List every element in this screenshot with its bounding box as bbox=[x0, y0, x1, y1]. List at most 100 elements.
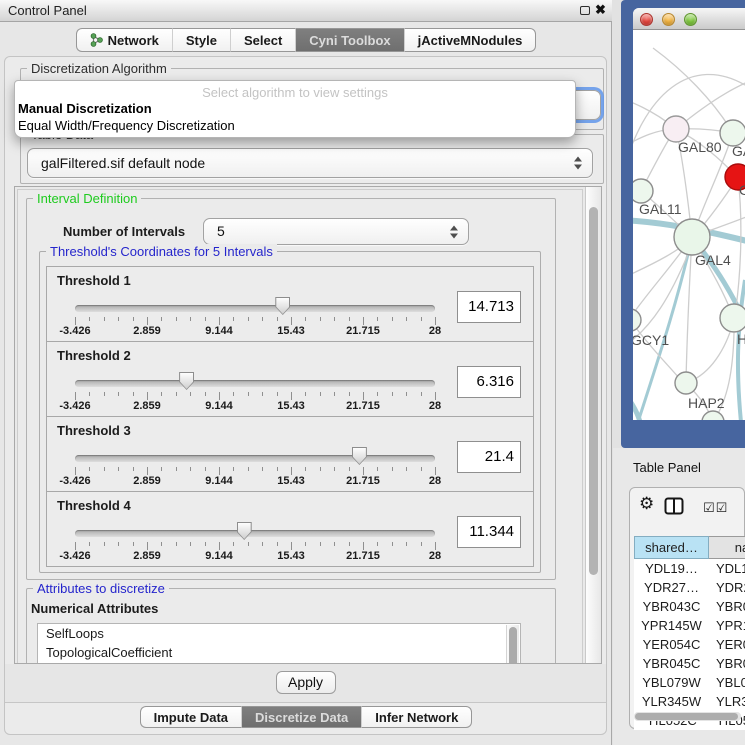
table-row[interactable]: YBR043CYBR043C bbox=[634, 597, 745, 616]
slider-tick bbox=[305, 542, 306, 546]
slider-tick-label: 28 bbox=[429, 475, 441, 487]
attributes-list-scrollbar[interactable] bbox=[506, 625, 519, 664]
table-row[interactable]: YDL19…YDL19 bbox=[634, 559, 745, 578]
mode-tab-infer-network[interactable]: Infer Network bbox=[361, 706, 472, 728]
slider-tick bbox=[176, 467, 177, 471]
apply-button[interactable]: Apply bbox=[276, 671, 336, 694]
network-node-h[interactable] bbox=[720, 304, 745, 332]
tab-style[interactable]: Style bbox=[172, 28, 230, 52]
slider-tick bbox=[248, 542, 249, 546]
window-title: Control Panel bbox=[8, 3, 87, 18]
slider-tick bbox=[133, 392, 134, 396]
threshold-slider-track[interactable] bbox=[75, 380, 435, 387]
threshold-value-field[interactable]: 6.316 bbox=[457, 366, 521, 398]
slider-tick bbox=[176, 392, 177, 396]
mode-tab-discretize-data[interactable]: Discretize Data bbox=[241, 706, 361, 728]
algorithm-option-equal-width[interactable]: Equal Width/Frequency Discretization bbox=[18, 117, 575, 134]
table-row[interactable]: YLR345WYLR345W bbox=[634, 692, 745, 711]
threshold-slider-track[interactable] bbox=[75, 455, 435, 462]
table-column-header-name[interactable]: name bbox=[709, 536, 745, 559]
slider-tick bbox=[205, 467, 206, 471]
algorithm-hint: Select algorithm to view settings bbox=[15, 85, 575, 100]
combo-spinner-icon[interactable] bbox=[574, 157, 582, 170]
tab-network[interactable]: Network bbox=[76, 28, 172, 52]
slider-tick-label: 9.144 bbox=[205, 400, 233, 412]
slider-tick bbox=[320, 392, 321, 396]
table-cell-shared-name[interactable]: YDL19… bbox=[634, 559, 709, 578]
close-traffic-light[interactable] bbox=[640, 13, 653, 26]
table-row[interactable]: YBR045CYBR045C bbox=[634, 654, 745, 673]
table-cell-shared-name[interactable]: YBR043C bbox=[634, 597, 709, 616]
table-row[interactable]: YDR27…YDR27 bbox=[634, 578, 745, 597]
attribute-list-item[interactable]: SelfLoops bbox=[38, 624, 520, 643]
interval-definition-title: Interval Definition bbox=[33, 191, 141, 206]
number-of-intervals-spinner[interactable]: 5 bbox=[203, 218, 469, 245]
tab-select[interactable]: Select bbox=[230, 28, 295, 52]
slider-tick bbox=[392, 392, 393, 396]
table-horizontal-scrollbar[interactable] bbox=[634, 712, 741, 721]
settings-vertical-scrollbar[interactable] bbox=[585, 187, 601, 663]
table-cell-name[interactable]: YDR27 bbox=[709, 578, 745, 597]
table-cell-shared-name[interactable]: YBR045C bbox=[634, 654, 709, 673]
network-node[interactable] bbox=[702, 411, 724, 420]
network-canvas[interactable]: GAL80GACGAL11GAL4GCY1HHAP2 bbox=[633, 30, 745, 420]
mode-tab-impute-data[interactable]: Impute Data bbox=[140, 706, 241, 728]
spinner-arrows-icon[interactable] bbox=[450, 225, 458, 238]
table-data-combobox[interactable]: galFiltered.sif default node bbox=[27, 148, 593, 178]
tab-cyni-toolbox[interactable]: Cyni Toolbox bbox=[295, 28, 403, 52]
table-cell-name[interactable]: YBL079W bbox=[709, 673, 745, 692]
table-cell-name[interactable]: YDL19 bbox=[709, 559, 745, 578]
threshold-value-field[interactable]: 21.4 bbox=[457, 441, 521, 473]
network-node-gcy1[interactable] bbox=[633, 309, 641, 331]
table-cell-shared-name[interactable]: YBL079W bbox=[634, 673, 709, 692]
table-cell-shared-name[interactable]: YLR345W bbox=[634, 692, 709, 711]
slider-tick bbox=[161, 392, 162, 396]
table-row[interactable]: YER054CYER054C bbox=[634, 635, 745, 654]
network-edge-highlighted[interactable] bbox=[738, 280, 745, 420]
network-node-hap2[interactable] bbox=[675, 372, 697, 394]
gear-icon[interactable]: ⚙ bbox=[639, 494, 654, 514]
attribute-list-item[interactable]: TopologicalCoefficient bbox=[38, 643, 520, 662]
threshold-slider-thumb[interactable] bbox=[275, 297, 290, 315]
algorithm-option-manual[interactable]: Manual Discretization bbox=[18, 100, 575, 117]
close-icon[interactable]: ✖ bbox=[595, 2, 606, 18]
slider-tick bbox=[219, 317, 220, 325]
threshold-slider-thumb[interactable] bbox=[179, 372, 194, 390]
network-node-gal11[interactable] bbox=[633, 179, 653, 203]
slider-tick bbox=[277, 317, 278, 321]
threshold-slider-thumb[interactable] bbox=[352, 447, 367, 465]
slider-tick bbox=[406, 467, 407, 471]
scrollbar-thumb[interactable] bbox=[589, 207, 598, 575]
minimize-traffic-light[interactable] bbox=[662, 13, 675, 26]
tab-jactivemnodules[interactable]: jActiveMNodules bbox=[404, 28, 537, 52]
slider-tick bbox=[89, 317, 90, 321]
table-cell-name[interactable]: YLR345W bbox=[709, 692, 745, 711]
slider-tick bbox=[377, 542, 378, 546]
threshold-value-field[interactable]: 14.713 bbox=[457, 291, 521, 323]
columns-icon[interactable] bbox=[664, 497, 684, 515]
table-cell-name[interactable]: YBR045C bbox=[709, 654, 745, 673]
table-cell-shared-name[interactable]: YDR27… bbox=[634, 578, 709, 597]
table-cell-shared-name[interactable]: YER054C bbox=[634, 635, 709, 654]
threshold-slider-track[interactable] bbox=[75, 305, 435, 312]
table-cell-shared-name[interactable]: YPR145W bbox=[634, 616, 709, 635]
threshold-value-field[interactable]: 11.344 bbox=[457, 516, 521, 548]
slider-tick-label: 21.715 bbox=[346, 475, 380, 487]
checkbox-filter-icons[interactable]: ☑☑ bbox=[703, 501, 728, 516]
table-row[interactable]: YPR145WYPR145W bbox=[634, 616, 745, 635]
table-cell-name[interactable]: YBR043C bbox=[709, 597, 745, 616]
threshold-slider-thumb[interactable] bbox=[237, 522, 252, 540]
slider-tick bbox=[75, 392, 76, 400]
network-node-gal4[interactable] bbox=[674, 219, 710, 255]
slider-tick bbox=[363, 467, 364, 475]
threshold-slider-track[interactable] bbox=[75, 530, 435, 537]
scrollbar-thumb[interactable] bbox=[635, 713, 738, 720]
float-window-icon[interactable] bbox=[580, 6, 590, 15]
table-row[interactable]: YBL079WYBL079W bbox=[634, 673, 745, 692]
table-data-value: galFiltered.sif default node bbox=[41, 155, 205, 171]
table-cell-name[interactable]: YER054C bbox=[709, 635, 745, 654]
table-cell-name[interactable]: YPR145W bbox=[709, 616, 745, 635]
table-column-header-shared-[interactable]: shared… bbox=[634, 536, 709, 559]
zoom-traffic-light[interactable] bbox=[684, 13, 697, 26]
slider-tick-label: -3.426 bbox=[59, 475, 90, 487]
